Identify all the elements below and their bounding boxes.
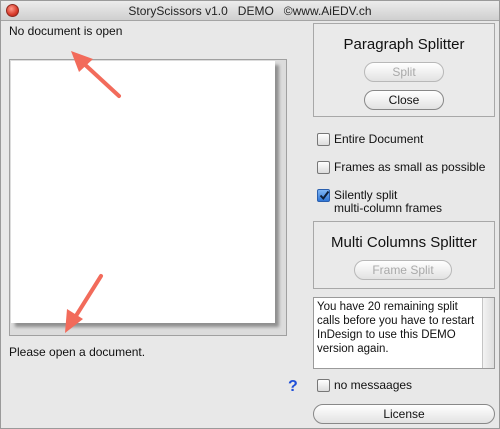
document-preview-area [9,59,287,336]
license-button[interactable]: License [313,404,495,424]
message-scrollbar[interactable] [482,298,494,368]
app-window: StoryScissors v1.0 DEMO ©www.AiEDV.ch No… [0,0,500,429]
document-page-preview [11,61,275,323]
frame-split-button[interactable]: Frame Split [354,260,452,280]
split-button[interactable]: Split [364,62,444,82]
entire-document-label: Entire Document [334,132,424,146]
multi-columns-splitter-panel: Multi Columns Splitter Frame Split [313,221,495,289]
close-button[interactable]: Close [364,90,444,110]
paragraph-splitter-panel: Paragraph Splitter Split Close [313,23,495,117]
paragraph-splitter-title: Paragraph Splitter [343,36,465,53]
silently-split-label-line1: Silently split [334,188,398,202]
no-messages-label: no messaages [334,378,413,392]
silently-split-label-line2: multi-column frames [334,201,443,215]
window-title: StoryScissors v1.0 DEMO ©www.AiEDV.ch [128,4,372,18]
frames-small-checkbox[interactable] [317,161,330,174]
demo-message-text: You have 20 remaining split calls before… [317,301,475,355]
status-message: Please open a document. [9,345,146,359]
multi-columns-splitter-title: Multi Columns Splitter [331,234,477,251]
silently-split-checkbox[interactable] [317,189,330,202]
checkmark-icon [319,190,330,201]
demo-message-box[interactable]: You have 20 remaining split calls before… [313,297,495,369]
document-status-label: No document is open [9,24,123,38]
frames-small-label: Frames as small as possible [334,160,486,174]
title-bar[interactable]: StoryScissors v1.0 DEMO ©www.AiEDV.ch [1,1,499,21]
help-icon[interactable]: ? [288,378,298,396]
entire-document-checkbox[interactable] [317,133,330,146]
no-messages-checkbox[interactable] [317,379,330,392]
